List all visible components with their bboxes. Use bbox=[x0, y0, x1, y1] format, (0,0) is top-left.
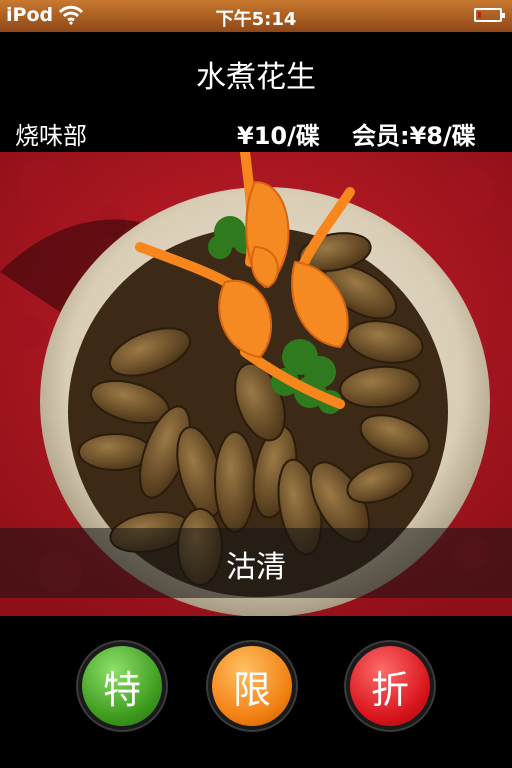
action-bar: 特 限 折 bbox=[0, 616, 512, 768]
special-button[interactable]: 特 bbox=[82, 646, 162, 726]
member-price-label: 会员:¥8/碟 bbox=[352, 122, 476, 150]
sold-out-caption: 沽清 bbox=[226, 550, 286, 585]
caption-bar: 沽清 bbox=[0, 528, 512, 598]
status-bar: iPod 下午5:14 bbox=[0, 0, 512, 32]
title-bar: 水煮花生 bbox=[0, 32, 512, 110]
dish-info-bar: 烧味部 ¥10/碟 会员:¥8/碟 bbox=[0, 110, 512, 152]
discount-button[interactable]: 折 bbox=[350, 646, 430, 726]
price-label: ¥10/碟 bbox=[237, 122, 320, 150]
clock: 下午5:14 bbox=[215, 9, 297, 30]
page-title: 水煮花生 bbox=[196, 60, 316, 95]
dish-photo: 沽清 bbox=[0, 152, 512, 616]
battery-icon bbox=[474, 8, 505, 22]
limited-button[interactable]: 限 bbox=[212, 646, 292, 726]
category-label: 烧味部 bbox=[15, 122, 87, 150]
